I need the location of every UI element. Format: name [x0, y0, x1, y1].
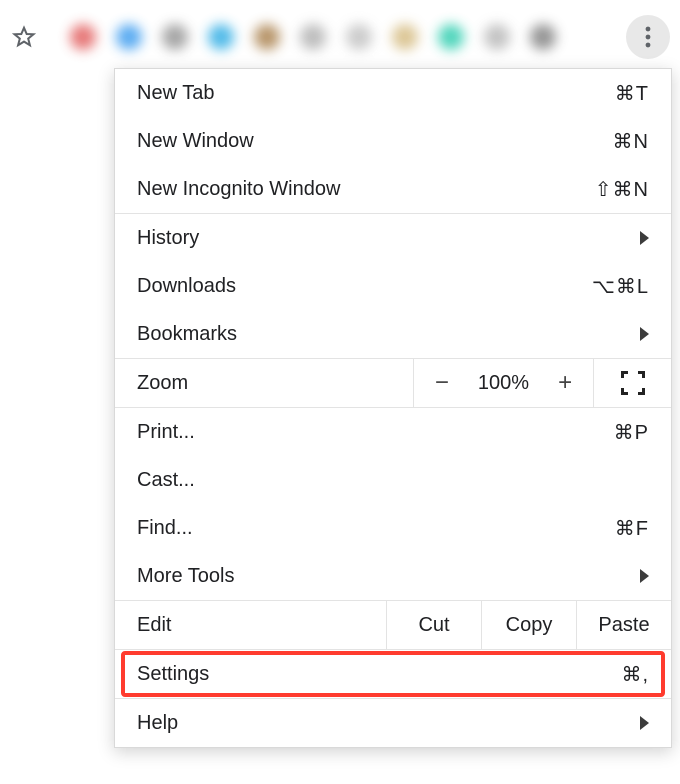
- menu-item-more-tools[interactable]: More Tools: [115, 552, 671, 600]
- extension-icons-blurred: [50, 17, 614, 57]
- zoom-out-button[interactable]: −: [430, 369, 454, 397]
- menu-item-shortcut: ⌘F: [615, 516, 649, 541]
- extension-icon[interactable]: [116, 24, 142, 50]
- menu-item-label: Print...: [137, 421, 195, 444]
- zoom-value: 100%: [478, 372, 529, 395]
- submenu-arrow-icon: [640, 231, 649, 245]
- extension-icon[interactable]: [346, 24, 372, 50]
- menu-item-new-tab[interactable]: New Tab ⌘T: [115, 69, 671, 117]
- menu-item-label: More Tools: [137, 565, 234, 588]
- menu-item-downloads[interactable]: Downloads ⌥⌘L: [115, 262, 671, 310]
- zoom-in-button[interactable]: +: [553, 369, 577, 397]
- submenu-arrow-icon: [640, 327, 649, 341]
- menu-item-label: New Tab: [137, 82, 214, 105]
- extension-icon[interactable]: [484, 24, 510, 50]
- fullscreen-icon: [623, 373, 643, 393]
- submenu-arrow-icon: [640, 716, 649, 730]
- more-menu-button[interactable]: [626, 15, 670, 59]
- menu-item-shortcut: ⌘,: [621, 662, 649, 687]
- browser-toolbar: [0, 10, 680, 64]
- menu-item-new-window[interactable]: New Window ⌘N: [115, 117, 671, 165]
- extension-icon[interactable]: [530, 24, 556, 50]
- zoom-label: Zoom: [115, 359, 413, 407]
- menu-item-label: History: [137, 227, 199, 250]
- menu-item-history[interactable]: History: [115, 214, 671, 262]
- menu-item-label: Downloads: [137, 275, 236, 298]
- menu-item-help[interactable]: Help: [115, 699, 671, 747]
- extension-icon[interactable]: [300, 24, 326, 50]
- menu-item-bookmarks[interactable]: Bookmarks: [115, 310, 671, 358]
- submenu-arrow-icon: [640, 569, 649, 583]
- menu-item-cast[interactable]: Cast...: [115, 456, 671, 504]
- menu-item-shortcut: ⇧⌘N: [595, 177, 649, 202]
- edit-label: Edit: [115, 601, 386, 649]
- extension-icon[interactable]: [162, 24, 188, 50]
- menu-item-shortcut: ⌘N: [613, 129, 649, 154]
- chrome-main-menu: New Tab ⌘T New Window ⌘N New Incognito W…: [114, 68, 672, 748]
- menu-zoom-row: Zoom − 100% +: [115, 358, 671, 408]
- menu-item-label: New Window: [137, 130, 254, 153]
- extension-icon[interactable]: [70, 24, 96, 50]
- menu-item-label: Cast...: [137, 469, 195, 492]
- extension-icon[interactable]: [254, 24, 280, 50]
- menu-item-shortcut: ⌥⌘L: [592, 274, 649, 299]
- extension-icon[interactable]: [208, 24, 234, 50]
- menu-item-label: New Incognito Window: [137, 178, 340, 201]
- fullscreen-button[interactable]: [593, 359, 671, 407]
- menu-item-label: Settings: [137, 663, 209, 686]
- menu-item-print[interactable]: Print... ⌘P: [115, 408, 671, 456]
- bookmark-star-icon[interactable]: [10, 23, 38, 51]
- menu-item-find[interactable]: Find... ⌘F: [115, 504, 671, 552]
- menu-item-label: Find...: [137, 517, 193, 540]
- menu-item-label: Help: [137, 712, 178, 735]
- edit-cut-button[interactable]: Cut: [386, 601, 481, 649]
- extension-icon[interactable]: [392, 24, 418, 50]
- menu-item-settings[interactable]: Settings ⌘,: [115, 650, 671, 698]
- menu-item-new-incognito[interactable]: New Incognito Window ⇧⌘N: [115, 165, 671, 213]
- menu-item-label: Bookmarks: [137, 323, 237, 346]
- extension-icon[interactable]: [438, 24, 464, 50]
- menu-item-shortcut: ⌘T: [615, 81, 649, 106]
- zoom-controls: − 100% +: [413, 359, 593, 407]
- menu-item-shortcut: ⌘P: [614, 420, 649, 445]
- edit-copy-button[interactable]: Copy: [481, 601, 576, 649]
- menu-edit-row: Edit Cut Copy Paste: [115, 600, 671, 650]
- edit-paste-button[interactable]: Paste: [576, 601, 671, 649]
